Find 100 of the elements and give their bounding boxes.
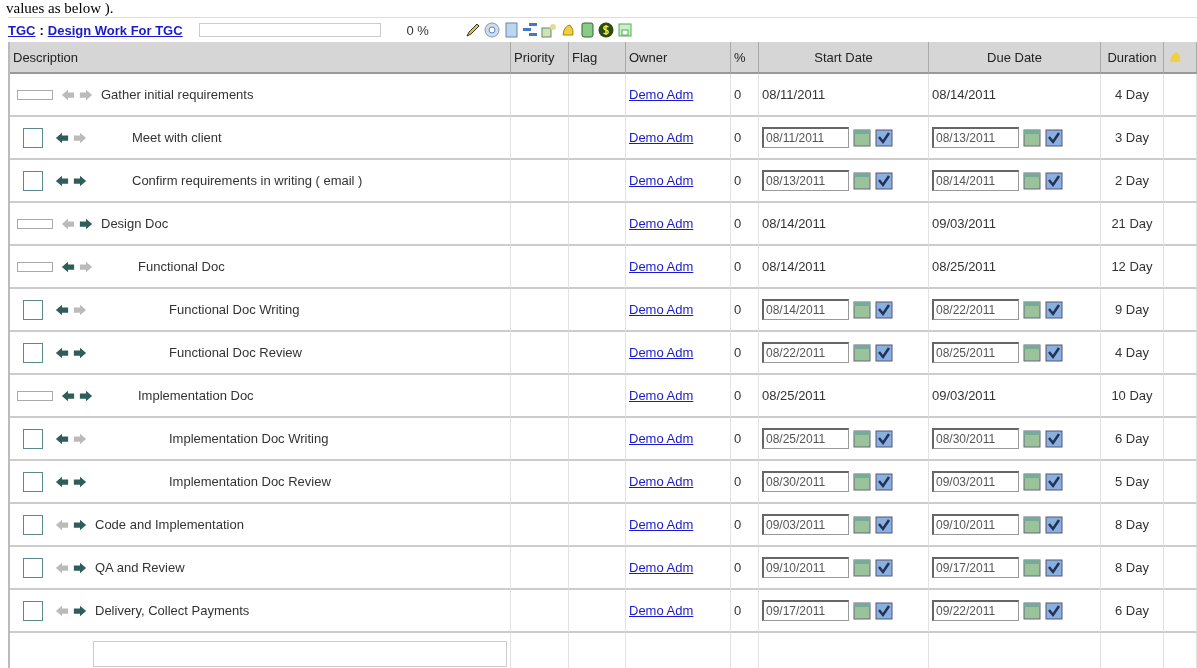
date-field[interactable]: 09/03/2011: [762, 514, 849, 535]
check-icon[interactable]: [875, 300, 893, 319]
summary-bar: [17, 390, 53, 401]
left-arrow-icon[interactable]: [61, 259, 75, 274]
left-arrow-icon[interactable]: [55, 431, 69, 446]
date-field[interactable]: 08/30/2011: [762, 471, 849, 492]
date-field[interactable]: 08/13/2011: [762, 170, 849, 191]
owner-link[interactable]: Demo Adm: [629, 173, 694, 188]
date-field[interactable]: 09/17/2011: [932, 557, 1019, 578]
right-arrow-icon[interactable]: [73, 474, 87, 489]
title-link[interactable]: Design Work For TGC: [47, 22, 183, 38]
owner-link[interactable]: Demo Adm: [629, 345, 694, 360]
left-arrow-icon[interactable]: [55, 345, 69, 360]
check-icon[interactable]: [875, 171, 893, 190]
check-icon[interactable]: [1045, 128, 1063, 147]
check-icon[interactable]: [1045, 515, 1063, 534]
check-icon[interactable]: [1045, 171, 1063, 190]
duration-text: 4 Day: [1115, 345, 1149, 360]
left-arrow-icon[interactable]: [55, 474, 69, 489]
checkbox[interactable]: [23, 600, 43, 621]
bell-icon[interactable]: [559, 22, 576, 38]
column-header[interactable]: Description: [10, 42, 511, 74]
percent-cell: 0: [734, 474, 742, 489]
percent-cell: 0: [734, 87, 742, 102]
owner-link[interactable]: Demo Adm: [629, 474, 694, 489]
date-field[interactable]: 09/03/2011: [932, 471, 1019, 492]
owner-link[interactable]: Demo Adm: [629, 560, 694, 575]
date-field[interactable]: 08/11/2011: [762, 127, 849, 148]
left-arrow-icon[interactable]: [61, 388, 75, 403]
column-header[interactable]: Priority: [511, 42, 569, 74]
checkbox[interactable]: [23, 514, 43, 535]
right-arrow-icon[interactable]: [79, 388, 93, 403]
task-name: Design Doc: [101, 216, 169, 231]
check-icon[interactable]: [875, 601, 893, 620]
right-arrow-icon[interactable]: [73, 173, 87, 188]
check-icon[interactable]: [875, 128, 893, 147]
left-arrow-icon[interactable]: [55, 302, 69, 317]
owner-link[interactable]: Demo Adm: [629, 603, 694, 618]
new-task-input[interactable]: [93, 640, 507, 667]
owner-link[interactable]: Demo Adm: [629, 517, 694, 532]
date-field[interactable]: 09/10/2011: [932, 514, 1019, 535]
document-icon[interactable]: [578, 22, 595, 38]
check-icon[interactable]: [1045, 601, 1063, 620]
checkbox[interactable]: [23, 342, 43, 363]
check-icon[interactable]: [875, 343, 893, 362]
checkbox[interactable]: [23, 557, 43, 578]
right-arrow-icon[interactable]: [73, 603, 87, 618]
owner-link[interactable]: Demo Adm: [629, 216, 694, 231]
check-icon[interactable]: [875, 429, 893, 448]
owner-link[interactable]: Demo Adm: [629, 431, 694, 446]
date-field[interactable]: 08/25/2011: [762, 428, 849, 449]
owner-link[interactable]: Demo Adm: [629, 302, 694, 317]
checkbox[interactable]: [23, 170, 43, 191]
project-link[interactable]: TGC: [8, 22, 36, 38]
check-icon[interactable]: [1045, 558, 1063, 577]
date-field[interactable]: 08/25/2011: [932, 342, 1019, 363]
owner-link[interactable]: Demo Adm: [629, 130, 694, 145]
column-header[interactable]: Start Date: [759, 42, 929, 74]
date-field[interactable]: 08/13/2011: [932, 127, 1019, 148]
owner-link[interactable]: Demo Adm: [629, 388, 694, 403]
check-icon[interactable]: [1045, 300, 1063, 319]
date-field[interactable]: 08/22/2011: [762, 342, 849, 363]
date-field[interactable]: 08/14/2011: [932, 170, 1019, 191]
column-header[interactable]: Owner: [626, 42, 731, 74]
owner-link[interactable]: Demo Adm: [629, 87, 694, 102]
checkbox[interactable]: [23, 127, 43, 148]
right-arrow-icon[interactable]: [73, 560, 87, 575]
date-field[interactable]: 09/17/2011: [762, 600, 849, 621]
task-name: Implementation Doc: [138, 388, 254, 403]
date-field[interactable]: 09/22/2011: [932, 600, 1019, 621]
date-field[interactable]: 08/30/2011: [932, 428, 1019, 449]
dollar-coin-icon[interactable]: [597, 22, 614, 38]
check-icon[interactable]: [1045, 472, 1063, 491]
right-arrow-icon[interactable]: [73, 345, 87, 360]
right-arrow-icon[interactable]: [73, 517, 87, 532]
checkbox[interactable]: [23, 428, 43, 449]
pages-icon[interactable]: [502, 22, 519, 38]
duration-text: 9 Day: [1115, 302, 1149, 317]
column-header[interactable]: %: [731, 42, 759, 74]
date-field[interactable]: 09/10/2011: [762, 557, 849, 578]
column-header[interactable]: Flag: [569, 42, 626, 74]
disc-icon[interactable]: [483, 22, 500, 38]
check-icon[interactable]: [1045, 343, 1063, 362]
pencil-icon[interactable]: [464, 22, 481, 38]
column-header[interactable]: [1164, 42, 1197, 74]
check-icon[interactable]: [875, 558, 893, 577]
left-arrow-icon[interactable]: [55, 173, 69, 188]
column-header[interactable]: Due Date: [929, 42, 1101, 74]
column-header[interactable]: Duration: [1101, 42, 1164, 74]
date-field[interactable]: 08/14/2011: [762, 299, 849, 320]
owner-link[interactable]: Demo Adm: [629, 259, 694, 274]
right-arrow-icon[interactable]: [79, 216, 93, 231]
check-icon[interactable]: [875, 515, 893, 534]
checkbox[interactable]: [23, 471, 43, 492]
checkbox[interactable]: [23, 299, 43, 320]
left-arrow-icon[interactable]: [55, 130, 69, 145]
check-icon[interactable]: [875, 472, 893, 491]
date-field[interactable]: 08/22/2011: [932, 299, 1019, 320]
hierarchy-icon[interactable]: [521, 22, 538, 38]
check-icon[interactable]: [1045, 429, 1063, 448]
